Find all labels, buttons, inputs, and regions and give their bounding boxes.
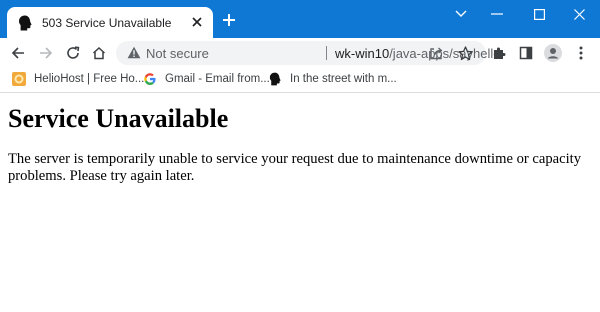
browser-toolbar: Not secure wk-win10/java-apps/sayhello: [0, 38, 600, 68]
back-arrow-icon[interactable]: [9, 44, 27, 62]
bookmark-label: In the street with m...: [290, 73, 397, 85]
url-path: /java-apps/sayhello: [389, 46, 501, 61]
bookmark-label: Gmail - Email from...: [165, 73, 270, 85]
url-text[interactable]: wk-win10/java-apps/sayhello: [335, 46, 500, 61]
page-content: Service Unavailable The server is tempor…: [0, 105, 600, 185]
extensions-puzzle-icon[interactable]: [490, 44, 508, 62]
maximize-icon[interactable]: [518, 0, 560, 28]
error-message: The server is temporarily unable to serv…: [8, 151, 581, 184]
head-silhouette-icon: [17, 15, 33, 31]
page-heading: Service Unavailable: [8, 104, 229, 133]
close-window-icon[interactable]: [558, 0, 600, 28]
forward-arrow-icon[interactable]: [37, 44, 55, 62]
security-status-label[interactable]: Not secure: [146, 46, 209, 61]
bookmark-star-icon[interactable]: [457, 45, 473, 61]
google-g-icon: [143, 72, 157, 86]
head-silhouette-icon: [268, 72, 282, 86]
bookmark-street[interactable]: In the street with m...: [268, 72, 397, 86]
reload-icon[interactable]: [64, 44, 82, 62]
home-icon[interactable]: [90, 44, 108, 62]
warning-triangle-icon[interactable]: [127, 46, 141, 60]
bookmark-heliohost[interactable]: HelioHost | Free Ho...: [12, 72, 144, 86]
bookmarks-bar: HelioHost | Free Ho... Gmail - Email fro…: [0, 68, 600, 93]
address-bar[interactable]: Not secure wk-win10/java-apps/sayhello: [116, 41, 500, 65]
minimize-icon[interactable]: [476, 0, 518, 28]
tab-strip: 503 Service Unavailable: [0, 0, 600, 38]
profile-avatar-icon[interactable]: [544, 44, 562, 62]
close-tab-icon[interactable]: [189, 14, 205, 30]
tab-title: 503 Service Unavailable: [42, 15, 172, 30]
share-icon[interactable]: [428, 45, 444, 61]
omnibox-divider: [326, 46, 327, 60]
url-host: wk-win10: [335, 46, 390, 61]
new-tab-icon[interactable]: [220, 11, 238, 29]
bookmark-gmail[interactable]: Gmail - Email from...: [143, 72, 270, 86]
bookmark-label: HelioHost | Free Ho...: [34, 73, 145, 85]
side-panel-icon[interactable]: [517, 44, 535, 62]
menu-kebab-icon[interactable]: [572, 44, 590, 62]
active-tab[interactable]: 503 Service Unavailable: [7, 7, 213, 38]
heliohost-icon: [12, 72, 26, 86]
